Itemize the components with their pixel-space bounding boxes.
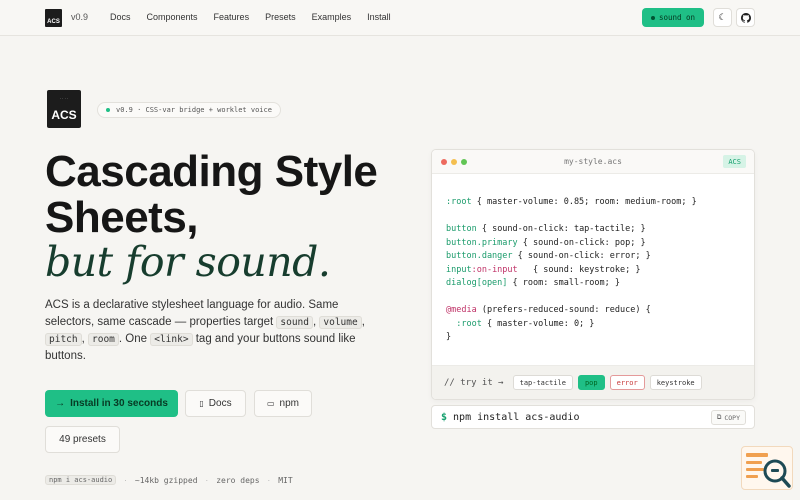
editor-filename: my-style.acs — [564, 157, 622, 166]
sound-toggle-label: sound on — [658, 13, 696, 22]
separator-dot: · — [267, 475, 271, 485]
theme-toggle-button[interactable]: ☾ — [713, 8, 732, 27]
prompt-symbol: $ — [441, 411, 448, 423]
code-line: input:on-input { sound: keystroke; } — [446, 264, 641, 275]
version-pill: v0.9 · CSS-var bridge + worklet voice — [97, 102, 281, 118]
nav-link-install[interactable]: Install — [367, 12, 391, 22]
code-line: button { sound-on-click: tap-tactile; } — [446, 224, 646, 234]
code-line: :root { master-volume: 0; } — [446, 318, 595, 329]
copy-button-label: COPY — [724, 413, 740, 422]
code-line: @media (prefers-reduced-sound: reduce) { — [446, 305, 651, 315]
nav-logo[interactable]: ACS — [45, 9, 62, 27]
hero-title-line3: but for sound. — [45, 238, 331, 286]
footline-install-cmd: npm i acs-audio — [45, 475, 117, 485]
feedback-widget[interactable] — [741, 446, 793, 490]
chip-tap-tactile[interactable]: tap-tactile — [512, 375, 573, 390]
code-line: } — [446, 332, 452, 342]
code-room: room — [88, 333, 119, 346]
install-command: npm install acs-audio — [453, 411, 580, 423]
separator-dot: · — [205, 475, 209, 485]
nav-link-docs[interactable]: Docs — [110, 12, 131, 22]
install-button-label: Install in 30 seconds — [70, 398, 168, 409]
sound-status-dot — [650, 15, 655, 20]
npm-button-label: npm — [279, 398, 299, 409]
package-icon: ▭ — [266, 399, 275, 408]
language-badge: ACS — [723, 155, 746, 168]
code-content: :root { master-volume: 0.85; room: mediu… — [446, 196, 697, 345]
chip-error[interactable]: error — [609, 375, 645, 390]
separator-dot: · — [124, 475, 127, 485]
hero-footline: npm i acs-audio · ~14kb gzipped · zero d… — [45, 475, 293, 485]
top-nav: ACS v0.9 Docs Components Features Preset… — [0, 0, 800, 36]
search-doc-icon — [746, 453, 791, 488]
sound-toggle-button[interactable]: sound on — [642, 8, 704, 27]
nav-logo-text: ACS — [47, 19, 60, 25]
install-command-bar: $ npm install acs-audio ⧉ COPY — [431, 405, 755, 429]
footline-license: MIT — [278, 475, 293, 485]
version-status-dot — [106, 108, 110, 112]
hero-title-line2: Sheets, — [45, 193, 199, 242]
try-it-label: // try it → — [444, 377, 504, 388]
copy-icon: ⧉ — [716, 413, 722, 421]
try-it-row: // try it → tap-tactile pop error keystr… — [432, 365, 754, 399]
chip-keystroke[interactable]: keystroke — [649, 375, 702, 390]
code-line: :root { master-volume: 0.85; room: mediu… — [446, 197, 697, 207]
hero-title-line1: Cascading Style — [45, 147, 378, 196]
github-button[interactable] — [736, 8, 755, 27]
nav-version: v0.9 — [71, 12, 89, 22]
install-button[interactable]: → Install in 30 seconds — [45, 390, 178, 417]
version-pill-text: v0.9 · CSS-var bridge + worklet voice — [116, 106, 272, 114]
nav-link-features[interactable]: Features — [214, 12, 250, 22]
code-line: dialog[open] { room: small-room; } — [446, 278, 621, 288]
npm-button[interactable]: ▭ npm — [254, 390, 312, 417]
code-volume: volume — [319, 316, 362, 329]
document-icon: ▯ — [199, 399, 204, 408]
nav-links: Docs Components Features Presets Example… — [110, 12, 407, 22]
nav-link-presets[interactable]: Presets — [265, 12, 296, 22]
hero-logo-text: ACS — [51, 108, 77, 122]
moon-icon: ☾ — [718, 12, 727, 22]
nav-link-components[interactable]: Components — [147, 12, 198, 22]
code-editor-card: my-style.acs ACS :root { master-volume: … — [431, 149, 755, 400]
nav-link-examples[interactable]: Examples — [312, 12, 352, 22]
editor-titlebar: my-style.acs ACS — [432, 150, 754, 174]
chip-pop[interactable]: pop — [577, 375, 605, 390]
footline-size: ~14kb gzipped — [134, 475, 198, 485]
github-icon — [740, 12, 751, 23]
hero-logo: · · · · ACS — [47, 90, 81, 128]
code-line: button.danger { sound-on-click: error; } — [446, 251, 651, 261]
copy-button[interactable]: ⧉ COPY — [710, 410, 746, 425]
presets-button[interactable]: 49 presets — [45, 426, 120, 453]
arrow-right-icon: → — [55, 398, 66, 409]
hero-logo-mark: · · · · — [59, 96, 69, 101]
docs-button[interactable]: ▯ Docs — [185, 390, 246, 417]
code-sound: sound — [276, 316, 313, 329]
desc-text-b: . One — [118, 333, 151, 345]
presets-button-label: 49 presets — [59, 434, 106, 445]
docs-button-label: Docs — [208, 398, 232, 409]
hero-description: ACS is a declarative stylesheet language… — [45, 299, 365, 362]
code-pitch: pitch — [45, 333, 82, 346]
footline-deps: zero deps — [216, 475, 260, 485]
code-line: button.primary { sound-on-click: pop; } — [446, 237, 646, 248]
code-link: <link> — [150, 333, 193, 346]
